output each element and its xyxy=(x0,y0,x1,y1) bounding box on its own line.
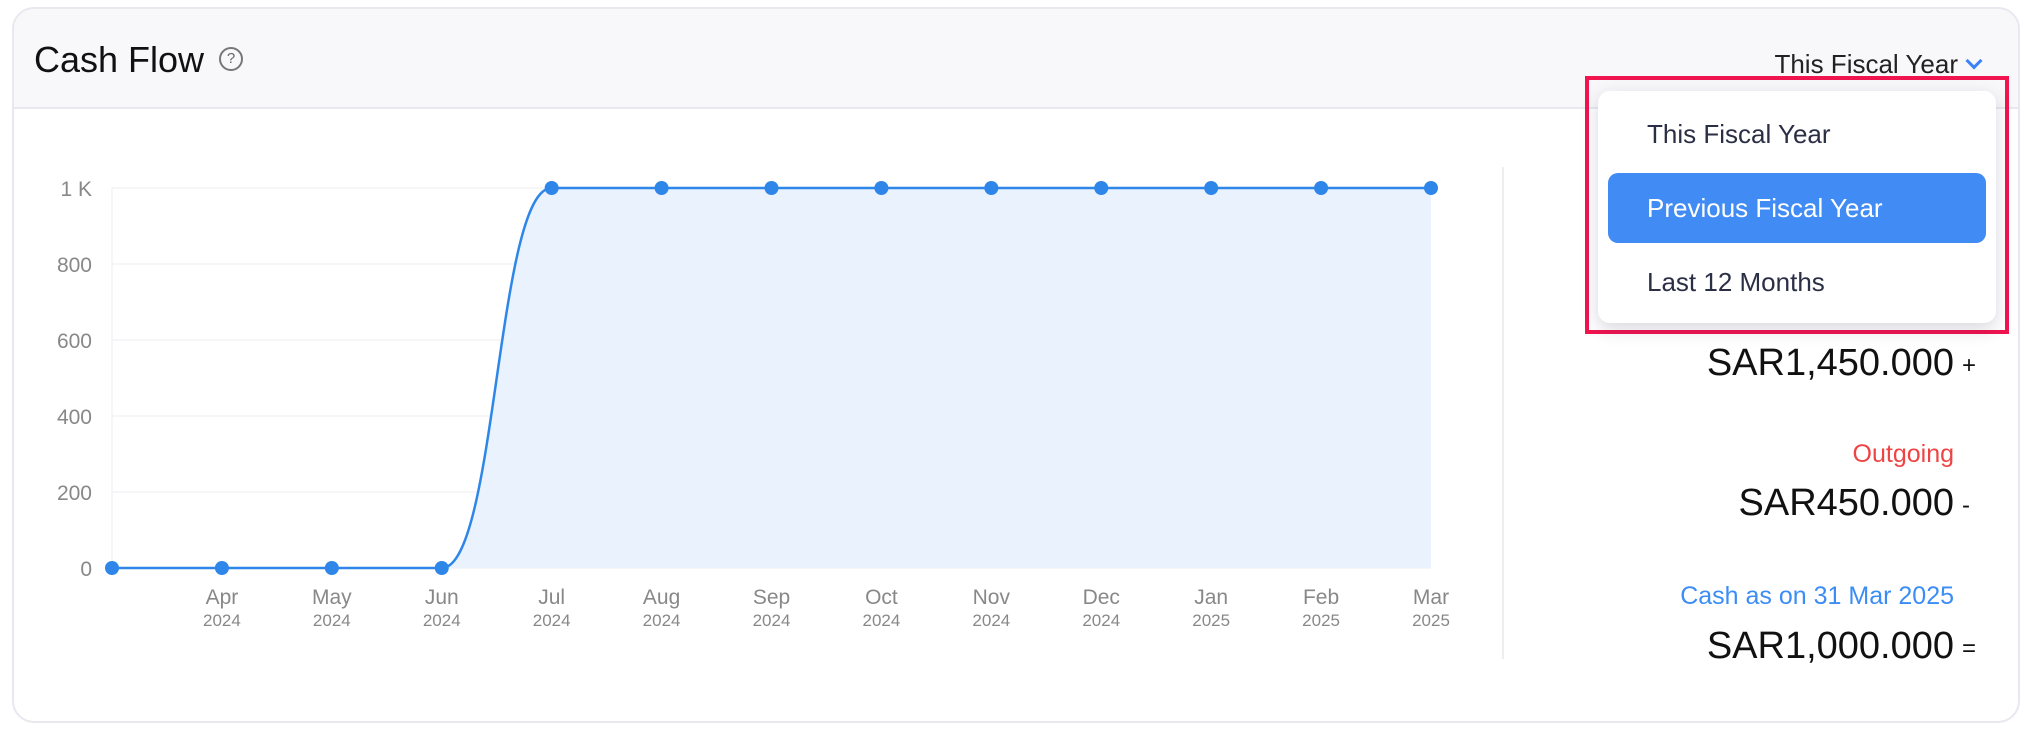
divider xyxy=(1502,167,1504,659)
cash-amount: SAR1,000.000 xyxy=(1706,625,1954,667)
area-fill xyxy=(112,188,1431,568)
menu-item-last-12-months[interactable]: Last 12 Months xyxy=(1608,247,1986,317)
x-tick-month: Mar xyxy=(1413,586,1449,609)
period-dropdown-menu: This Fiscal Year Previous Fiscal Year La… xyxy=(1598,91,1996,323)
y-tick-label: 800 xyxy=(57,254,92,277)
x-tick-year: 2024 xyxy=(533,611,571,630)
data-point xyxy=(1314,181,1329,195)
data-point xyxy=(764,181,779,195)
incoming-operator: + xyxy=(1962,352,1977,379)
y-tick-label: 200 xyxy=(57,482,92,505)
x-tick-year: 2024 xyxy=(1082,611,1120,630)
menu-item-previous-fiscal-year[interactable]: Previous Fiscal Year xyxy=(1608,173,1986,243)
x-tick-month: Jan xyxy=(1194,586,1228,609)
x-tick-month: Dec xyxy=(1083,586,1120,609)
x-tick-year: 2024 xyxy=(972,611,1010,630)
data-point xyxy=(434,561,449,575)
x-tick-month: Oct xyxy=(865,586,898,609)
menu-item-this-fiscal-year[interactable]: This Fiscal Year xyxy=(1608,99,1986,169)
x-tick-month: Jun xyxy=(425,586,459,609)
chevron-down-icon xyxy=(1965,52,1983,70)
x-tick-year: 2025 xyxy=(1192,611,1230,630)
x-tick-month: Feb xyxy=(1303,586,1339,609)
data-point xyxy=(324,561,339,575)
cash-label: Cash as on 31 Mar 2025 xyxy=(1680,582,1954,610)
x-tick-year: 2025 xyxy=(1412,611,1450,630)
x-tick-month: Nov xyxy=(973,586,1011,609)
data-point xyxy=(1094,181,1109,195)
x-tick-year: 2024 xyxy=(863,611,901,630)
y-tick-label: 1 K xyxy=(60,178,92,201)
outgoing-operator: - xyxy=(1962,492,1970,519)
x-tick-month: Jul xyxy=(538,586,565,609)
x-tick-year: 2024 xyxy=(423,611,461,630)
x-tick-month: Sep xyxy=(753,586,790,609)
data-point xyxy=(1424,181,1438,195)
data-point xyxy=(984,181,999,195)
x-tick-year: 2024 xyxy=(643,611,681,630)
x-tick-month: Aug xyxy=(643,586,680,609)
x-tick-year: 2025 xyxy=(1302,611,1340,630)
data-point xyxy=(1204,181,1219,195)
y-tick-label: 400 xyxy=(57,406,92,429)
outgoing-label: Outgoing xyxy=(1852,440,1954,468)
x-tick-month: May xyxy=(312,586,352,609)
x-tick-year: 2024 xyxy=(313,611,351,630)
data-point xyxy=(874,181,889,195)
data-point xyxy=(105,561,119,575)
x-tick-year: 2024 xyxy=(203,611,241,630)
cash-flow-chart: 0 200 400 600 800 1 K Apr 2024 May 2024 Jun 2024 Jul… xyxy=(57,178,1450,630)
y-tick-label: 0 xyxy=(80,558,92,581)
outgoing-amount: SAR450.000 xyxy=(1738,482,1955,524)
y-tick-label: 600 xyxy=(57,330,92,353)
data-point xyxy=(654,181,669,195)
period-selected: This Fiscal Year xyxy=(1774,49,1958,79)
data-point xyxy=(214,561,229,575)
data-point xyxy=(544,181,559,195)
incoming-amount: SAR1,450.000 xyxy=(1706,342,1954,384)
cash-operator: = xyxy=(1962,635,1977,662)
x-tick-year: 2024 xyxy=(753,611,791,630)
x-tick-month: Apr xyxy=(206,586,239,609)
